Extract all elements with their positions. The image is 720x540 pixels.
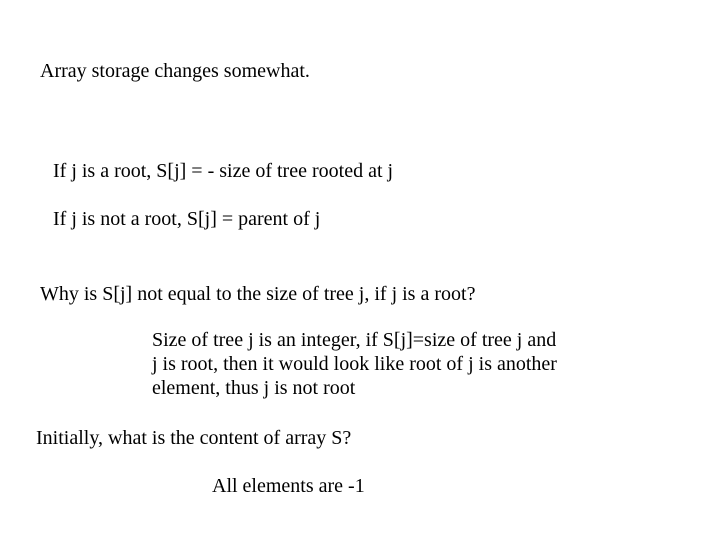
answer1-line1: Size of tree j is an integer, if S[j]=si… [152,328,622,352]
question-why-not-size: Why is S[j] not equal to the size of tre… [40,283,475,306]
rule-nonroot: If j is not a root, S[j] = parent of j [53,208,320,231]
heading-text: Array storage changes somewhat. [40,60,310,83]
slide: Array storage changes somewhat. If j is … [0,0,720,540]
answer-why-not-size: Size of tree j is an integer, if S[j]=si… [152,328,622,400]
answer1-line2: j is root, then it would look like root … [152,352,622,376]
question-initial-content: Initially, what is the content of array … [36,427,351,450]
answer-initial-content: All elements are -1 [212,475,365,498]
answer1-line3: element, thus j is not root [152,376,622,400]
rule-root: If j is a root, S[j] = - size of tree ro… [53,160,393,183]
